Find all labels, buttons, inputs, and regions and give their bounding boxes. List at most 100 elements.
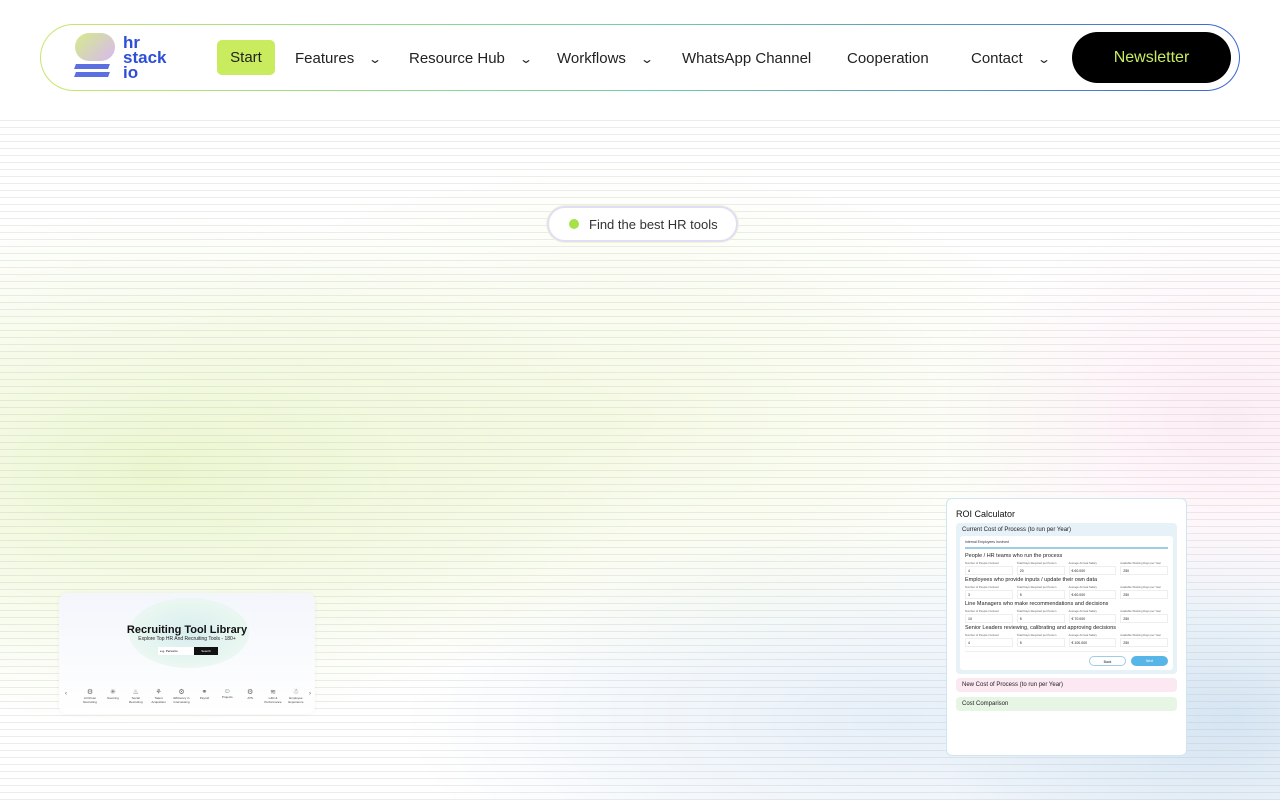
category-label: Projects [221, 695, 233, 699]
chevron-down-icon: ⌄ [639, 51, 654, 66]
category-label: AI Driven Recruiting [83, 696, 97, 704]
group-title: Line Managers who make recommendations a… [965, 601, 1109, 607]
logo-icon [73, 33, 117, 81]
recruiting-library-card[interactable]: Recruiting Tool Library Explore Top HR A… [59, 593, 315, 714]
group-title: Employees who provide inputs / update th… [965, 577, 1098, 583]
field-label: Number of People Involved [965, 633, 999, 637]
logo[interactable]: hr stack io [73, 33, 166, 81]
field-label: Available Working Days per Year [1120, 561, 1161, 565]
next-button: Next [1131, 656, 1168, 666]
hero-badge: Find the best HR tools [547, 206, 738, 242]
search-input: e.g. Personio [158, 647, 194, 655]
nav-features[interactable]: Features ⌄ [295, 25, 383, 92]
field-input: 20 [1016, 566, 1065, 575]
field-input: 4 [965, 638, 1013, 647]
nav-label: Contact [971, 50, 1023, 67]
chevron-down-icon: ⌄ [368, 51, 383, 66]
category-item: ♨ Social Recruiting [127, 688, 145, 704]
nav-label: Features [295, 50, 355, 67]
section-title: Current Cost of Process (to run per Year… [962, 527, 1072, 533]
field-label: Total Days Required per Person [1016, 609, 1057, 613]
category-label: Social Recruiting [128, 696, 143, 704]
category-label: Payroll [199, 696, 209, 700]
category-icon: ✳ [109, 689, 116, 696]
nav-whatsapp[interactable]: WhatsApp Channel [682, 25, 811, 92]
chevron-down-icon: ⌄ [518, 51, 533, 66]
group-title: Senior Leaders reviewing, calibrating an… [965, 625, 1117, 631]
category-icon: ≋ [270, 689, 276, 696]
field-input: 5 [1016, 614, 1065, 623]
category-icon: ⚙ [246, 689, 254, 696]
category-item: ⚙ ATS [241, 688, 259, 704]
category-icon: ⚘ [155, 689, 162, 696]
field-input: 10 [965, 614, 1013, 623]
cost-comparison-section: Cost Comparison [956, 697, 1177, 711]
nav-start[interactable]: Start [217, 40, 275, 75]
category-item: ☃ Employee Experience [287, 688, 305, 704]
category-label: Employee Experience [288, 696, 304, 704]
category-icon: ⚙ [178, 689, 185, 696]
field-label: Total Days Required per Person [1016, 585, 1057, 589]
field-label: Total Days Required per Person [1016, 633, 1057, 637]
field-label: Total Days Required per Person [1016, 561, 1057, 565]
category-icon: ♨ [132, 689, 139, 696]
field-input: 250 [1120, 614, 1168, 623]
group-title: People / HR teams who run the process [965, 553, 1063, 559]
category-item: ⚭ Payroll [195, 688, 213, 704]
card-subtitle: Explore Top HR And Recruiting Tools - 18… [138, 636, 236, 642]
nav-contact[interactable]: Contact ⌄ [971, 25, 1051, 92]
back-button: Back [1089, 656, 1126, 666]
roi-group: Senior Leaders reviewing, calibrating an… [965, 625, 1168, 647]
field-input: € 60.000 [1068, 566, 1117, 575]
card-title: Recruiting Tool Library [126, 624, 248, 636]
roi-group: People / HR teams who run the process Num… [965, 553, 1168, 575]
nav-label: Workflows [557, 50, 626, 67]
category-item: ⚘ Talent Acquisition [150, 688, 168, 704]
field-input: 250 [1120, 566, 1168, 575]
tab-internal-employees: Internal Employees Involved [965, 540, 1168, 549]
field-label: Average Annual Salary [1068, 561, 1097, 565]
field-label: Average Annual Salary [1068, 609, 1097, 613]
field-input: 4 [965, 566, 1013, 575]
new-cost-section: New Cost of Process (to run per Year) [956, 678, 1177, 692]
category-icon: ☃ [292, 689, 300, 696]
roi-title: ROI Calculator [956, 509, 1016, 519]
chevron-left-icon: ‹ [65, 691, 67, 697]
field-input: 3 [965, 590, 1013, 599]
field-label: Available Working Days per Year [1120, 609, 1161, 613]
nav-label: WhatsApp Channel [682, 50, 812, 67]
nav-cooperation[interactable]: Cooperation [847, 25, 929, 92]
category-label: Sourcing [106, 696, 119, 700]
roi-calculator-card[interactable]: ROI Calculator Current Cost of Process (… [946, 498, 1187, 756]
search-button: Search [194, 647, 218, 655]
newsletter-button[interactable]: Newsletter [1072, 32, 1231, 83]
status-dot-icon [569, 219, 579, 229]
field-label: Number of People Involved [965, 609, 999, 613]
top-nav: hr stack io Start Features ⌄ Resource Hub ⌄ … [40, 24, 1240, 91]
category-item: ☺ Projects [218, 688, 236, 704]
field-input: 250 [1120, 638, 1168, 647]
category-label: Talent Acquisition [151, 696, 166, 704]
category-icon: ☺ [223, 688, 231, 695]
nav-resource-hub[interactable]: Resource Hub ⌄ [409, 25, 533, 92]
field-input: 5 [1016, 638, 1065, 647]
roi-group: Employees who provide inputs / update th… [965, 577, 1168, 599]
roi-group: Line Managers who make recommendations a… [965, 601, 1168, 623]
category-icon: ⚭ [201, 689, 208, 696]
category-item: ⚙ AI Driven Recruiting [81, 688, 99, 704]
chevron-right-icon: › [309, 691, 311, 697]
category-label: ATS [247, 696, 253, 700]
field-input: 5 [1016, 590, 1065, 599]
nav-workflows[interactable]: Workflows ⌄ [557, 25, 654, 92]
chevron-down-icon: ⌄ [1036, 51, 1051, 66]
nav-label: Resource Hub [409, 50, 505, 67]
category-label: Efficiency in Interviewing [173, 696, 190, 704]
category-icon: ⚙ [86, 689, 94, 696]
category-item: ⚙ Efficiency in Interviewing [173, 688, 191, 704]
field-label: Average Annual Salary [1068, 585, 1097, 589]
field-label: Available Working Days per Year [1120, 585, 1161, 589]
field-label: Available Working Days per Year [1120, 633, 1161, 637]
category-item: ≋ L&D & Performance [264, 688, 282, 704]
logo-text: io [123, 62, 139, 82]
field-label: Number of People Involved [965, 561, 999, 565]
